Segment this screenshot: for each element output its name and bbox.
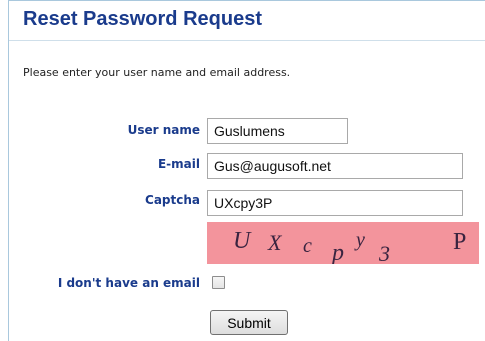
captcha-char: c <box>303 235 312 257</box>
captcha-char: p <box>330 240 344 264</box>
captcha-char: 3 <box>378 241 390 264</box>
email-input[interactable] <box>207 153 463 179</box>
username-input[interactable] <box>207 118 348 144</box>
no-email-label: I don't have an email <box>57 276 200 290</box>
email-label: E-mail <box>157 157 200 171</box>
instructions-text: Please enter your user name and email ad… <box>23 66 291 79</box>
captcha-input[interactable] <box>207 190 463 216</box>
captcha-glyphs: U X c p y 3 P <box>233 228 466 264</box>
captcha-char: X <box>267 230 283 255</box>
captcha-image: U X c p y 3 P <box>207 222 479 264</box>
no-email-checkbox[interactable] <box>212 276 225 289</box>
page-title: Reset Password Request <box>23 8 262 30</box>
submit-button[interactable]: Submit <box>210 310 288 335</box>
captcha-char: P <box>453 229 466 255</box>
captcha-char: U <box>233 228 252 254</box>
captcha-label: Captcha <box>145 193 200 207</box>
captcha-char: y <box>354 229 365 251</box>
username-label: User name <box>127 123 200 137</box>
title-divider <box>9 40 485 41</box>
